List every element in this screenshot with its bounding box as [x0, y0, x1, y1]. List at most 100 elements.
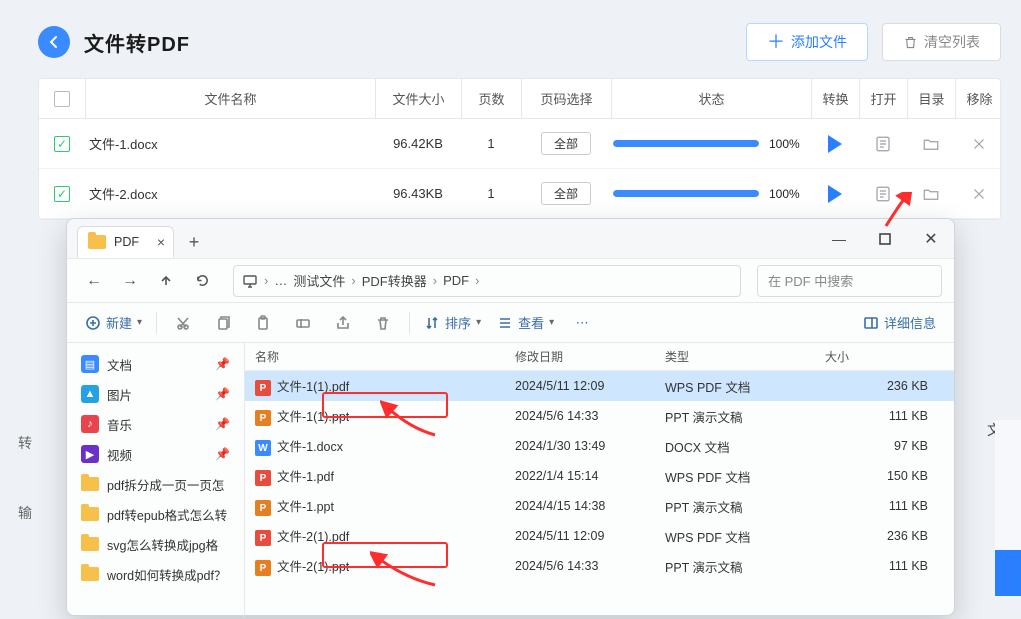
paste-button[interactable]: [245, 308, 281, 338]
ppt-file-icon: P: [255, 500, 271, 516]
clear-list-label: 清空列表: [924, 32, 980, 52]
file-name: 文件-2.docx: [85, 169, 375, 218]
table-row[interactable]: 文件-1.docx96.42KB1全部100%: [39, 119, 1000, 169]
open-file-button[interactable]: [874, 135, 892, 153]
crumb-0[interactable]: 测试文件: [293, 271, 345, 290]
sidebar-label: pdf拆分成一页一页怎: [107, 475, 224, 494]
sidebar-item[interactable]: ♪音乐📌: [73, 409, 240, 439]
folder-icon: [88, 235, 106, 249]
sidebar-item[interactable]: svg怎么转换成jpg格: [73, 529, 240, 559]
sidebar-item[interactable]: word如何转换成pdf？: [73, 559, 240, 589]
window-close-button[interactable]: ✕: [908, 219, 954, 259]
more-button[interactable]: ⋯: [564, 308, 600, 338]
add-file-label: 添加文件: [791, 32, 847, 52]
explorer-sidebar[interactable]: ▤文档📌▲图片📌♪音乐📌▶视频📌pdf拆分成一页一页怎pdf转epub格式怎么转…: [67, 343, 245, 617]
sidebar-item[interactable]: ▶视频📌: [73, 439, 240, 469]
file-row[interactable]: P文件-1.pdf2022/1/4 15:14WPS PDF 文档150 KB: [245, 461, 954, 491]
page-title: 文件转PDF: [84, 28, 190, 57]
close-tab-button[interactable]: ×: [157, 234, 165, 250]
back-button[interactable]: [38, 26, 70, 58]
progress-bar: 100%: [611, 137, 811, 151]
details-pane-button[interactable]: 详细信息: [857, 308, 942, 338]
file-size: 96.42KB: [375, 119, 461, 168]
explorer-toolbar: 新建▾ 排序▾ 查看▾ ⋯ 详细信息: [67, 303, 954, 343]
sidebar-label: 音乐: [107, 415, 132, 434]
row-checkbox[interactable]: [54, 136, 70, 152]
crumb-1[interactable]: PDF转换器: [362, 271, 427, 290]
minimize-button[interactable]: —: [816, 219, 862, 259]
explorer-tab[interactable]: PDF ×: [77, 226, 174, 258]
table-header: 文件名称 文件大小 页数 页码选择 状态 转换 打开 目录 移除: [39, 79, 1000, 119]
rename-button[interactable]: [285, 308, 321, 338]
page-select-button[interactable]: 全部: [541, 132, 591, 155]
file-row[interactable]: P文件-2(1).pdf2024/5/11 12:09WPS PDF 文档236…: [245, 521, 954, 551]
sort-button[interactable]: 排序▾: [418, 308, 487, 338]
copy-button[interactable]: [205, 308, 241, 338]
remove-row-button[interactable]: [970, 135, 988, 153]
pdf-file-icon: P: [255, 380, 271, 396]
page-select-button[interactable]: 全部: [541, 182, 591, 205]
nav-refresh-button[interactable]: [187, 266, 217, 296]
file-list[interactable]: P文件-1(1).pdf2024/5/11 12:09WPS PDF 文档236…: [245, 371, 954, 617]
file-list-header[interactable]: 名称 修改日期 类型 大小: [245, 343, 954, 371]
pin-icon: 📌: [215, 447, 230, 461]
table-row[interactable]: 文件-2.docx96.43KB1全部100%: [39, 169, 1000, 219]
sidebar-label: svg怎么转换成jpg格: [107, 535, 218, 554]
search-input[interactable]: 在 PDF 中搜索: [757, 265, 942, 297]
col-name: 文件名称: [85, 79, 375, 118]
pic-icon: ▲: [81, 385, 99, 403]
new-tab-button[interactable]: +: [180, 228, 208, 256]
open-folder-button[interactable]: [922, 185, 940, 203]
folder-icon: [81, 507, 99, 521]
explorer-titlebar[interactable]: PDF × + — ✕: [67, 219, 954, 259]
sidebar-label: 文档: [107, 355, 132, 374]
pin-icon: 📌: [215, 417, 230, 431]
delete-button[interactable]: [365, 308, 401, 338]
file-row[interactable]: W文件-1.docx2024/1/30 13:49DOCX 文档97 KB: [245, 431, 954, 461]
background-blue-button[interactable]: [995, 550, 1021, 596]
file-row[interactable]: P文件-1(1).pdf2024/5/11 12:09WPS PDF 文档236…: [245, 371, 954, 401]
remove-row-button[interactable]: [970, 185, 988, 203]
select-all-checkbox[interactable]: [54, 91, 70, 107]
convert-button[interactable]: [828, 185, 842, 203]
page-count: 1: [461, 119, 521, 168]
share-button[interactable]: [325, 308, 361, 338]
view-button[interactable]: 查看▾: [491, 308, 560, 338]
clear-list-button[interactable]: 清空列表: [882, 23, 1001, 61]
file-row[interactable]: P文件-1.ppt2024/4/15 14:38PPT 演示文稿111 KB: [245, 491, 954, 521]
sidebar-item[interactable]: pdf转epub格式怎么转: [73, 499, 240, 529]
file-row[interactable]: P文件-2(1).ppt2024/5/6 14:33PPT 演示文稿111 KB: [245, 551, 954, 581]
address-bar[interactable]: › … 测试文件› PDF转换器› PDF›: [233, 265, 741, 297]
cut-button[interactable]: [165, 308, 201, 338]
sidebar-item[interactable]: ▲图片📌: [73, 379, 240, 409]
nav-up-button[interactable]: [151, 266, 181, 296]
new-button[interactable]: 新建▾: [79, 308, 148, 338]
sidebar-label: 视频: [107, 445, 132, 464]
col-remove: 移除: [955, 79, 1003, 118]
open-folder-button[interactable]: [922, 135, 940, 153]
sidebar-item[interactable]: pdf拆分成一页一页怎: [73, 469, 240, 499]
file-size: 96.43KB: [375, 169, 461, 218]
maximize-button[interactable]: [862, 219, 908, 259]
pdf-file-icon: P: [255, 470, 271, 486]
ppt-file-icon: P: [255, 560, 271, 576]
col-convert: 转换: [811, 79, 859, 118]
folder-icon: [81, 537, 99, 551]
convert-button[interactable]: [828, 135, 842, 153]
open-file-button[interactable]: [874, 185, 892, 203]
plus-icon: ＋: [767, 33, 785, 51]
col-page-sel: 页码选择: [521, 79, 611, 118]
sidebar-label: word如何转换成pdf？: [107, 565, 226, 584]
file-row[interactable]: P文件-1(1).ppt2024/5/6 14:33PPT 演示文稿111 KB: [245, 401, 954, 431]
crumb-ellipsis[interactable]: …: [274, 273, 287, 288]
col-open: 打开: [859, 79, 907, 118]
nav-back-button[interactable]: ←: [79, 266, 109, 296]
nav-forward-button[interactable]: →: [115, 266, 145, 296]
page-count: 1: [461, 169, 521, 218]
crumb-2[interactable]: PDF: [443, 273, 469, 288]
add-file-button[interactable]: ＋ 添加文件: [746, 23, 868, 61]
row-checkbox[interactable]: [54, 186, 70, 202]
folder-icon: [81, 477, 99, 491]
sidebar-item[interactable]: ▤文档📌: [73, 349, 240, 379]
doc-file-icon: W: [255, 440, 271, 456]
